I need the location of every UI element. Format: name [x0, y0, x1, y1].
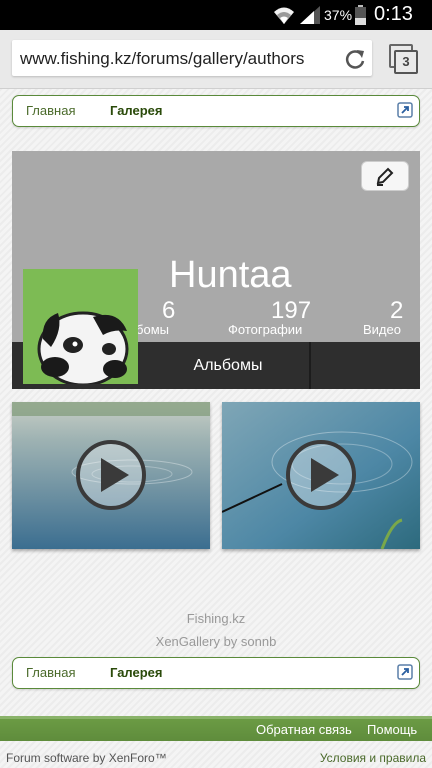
play-icon[interactable]: [284, 438, 358, 512]
status-bar: 37% 0:13: [0, 0, 432, 30]
username: Huntaa: [169, 254, 292, 296]
edit-icon: [376, 167, 394, 186]
browser-toolbar: www.fishing.kz/forums/gallery/authors 3: [0, 30, 432, 89]
breadcrumb-home-link[interactable]: Главная: [26, 103, 75, 118]
battery-percent: 37%: [324, 7, 353, 23]
battery-icon: [355, 5, 366, 25]
tab-albums[interactable]: Альбомы: [147, 342, 309, 389]
panda-avatar-image: [23, 269, 138, 384]
avatar[interactable]: [23, 269, 138, 384]
clock: 0:13: [374, 3, 413, 25]
photos-count: 197: [271, 297, 312, 324]
jump-icon[interactable]: [397, 102, 413, 118]
address-bar[interactable]: www.fishing.kz/forums/gallery/authors: [12, 40, 372, 76]
profile-header: Huntaa 6 Альбомы 197 Фотографии 2 Видео …: [12, 151, 420, 389]
albums-count: 6: [162, 297, 176, 324]
feedback-link[interactable]: Обратная связь: [256, 722, 352, 737]
site-name: Fishing.kz: [186, 611, 246, 626]
footer-bar: Обратная связь Помощь: [0, 719, 432, 741]
tab-count: 3: [394, 50, 418, 74]
url-text[interactable]: www.fishing.kz/forums/gallery/authors: [20, 49, 338, 69]
copyright-link[interactable]: Forum software by XenForo™: [6, 751, 167, 765]
video-thumbnail[interactable]: [12, 402, 210, 549]
wifi-icon: [274, 7, 294, 24]
tab-divider: [309, 342, 311, 389]
breadcrumb-gallery-link[interactable]: Галерея: [110, 665, 163, 680]
help-link[interactable]: Помощь: [367, 722, 417, 737]
videos-label: Видео: [363, 322, 401, 337]
photos-label: Фотографии: [228, 322, 303, 337]
edit-button[interactable]: [361, 161, 409, 191]
reload-icon[interactable]: [344, 48, 366, 70]
signal-icon: [300, 6, 320, 24]
videos-count: 2: [390, 297, 404, 324]
breadcrumb: Главная Галерея: [12, 95, 420, 127]
gallery-credit-link[interactable]: XenGallery by sonnb: [0, 634, 432, 649]
breadcrumb-gallery-link[interactable]: Галерея: [110, 103, 163, 118]
breadcrumb-home-link[interactable]: Главная: [26, 665, 75, 680]
tabs-icon[interactable]: 3: [389, 44, 418, 74]
video-thumbnail[interactable]: [222, 402, 420, 549]
jump-icon[interactable]: [397, 664, 413, 680]
terms-link[interactable]: Условия и правила: [320, 751, 426, 765]
breadcrumb-bottom: Главная Галерея: [12, 657, 420, 689]
play-icon[interactable]: [74, 438, 148, 512]
